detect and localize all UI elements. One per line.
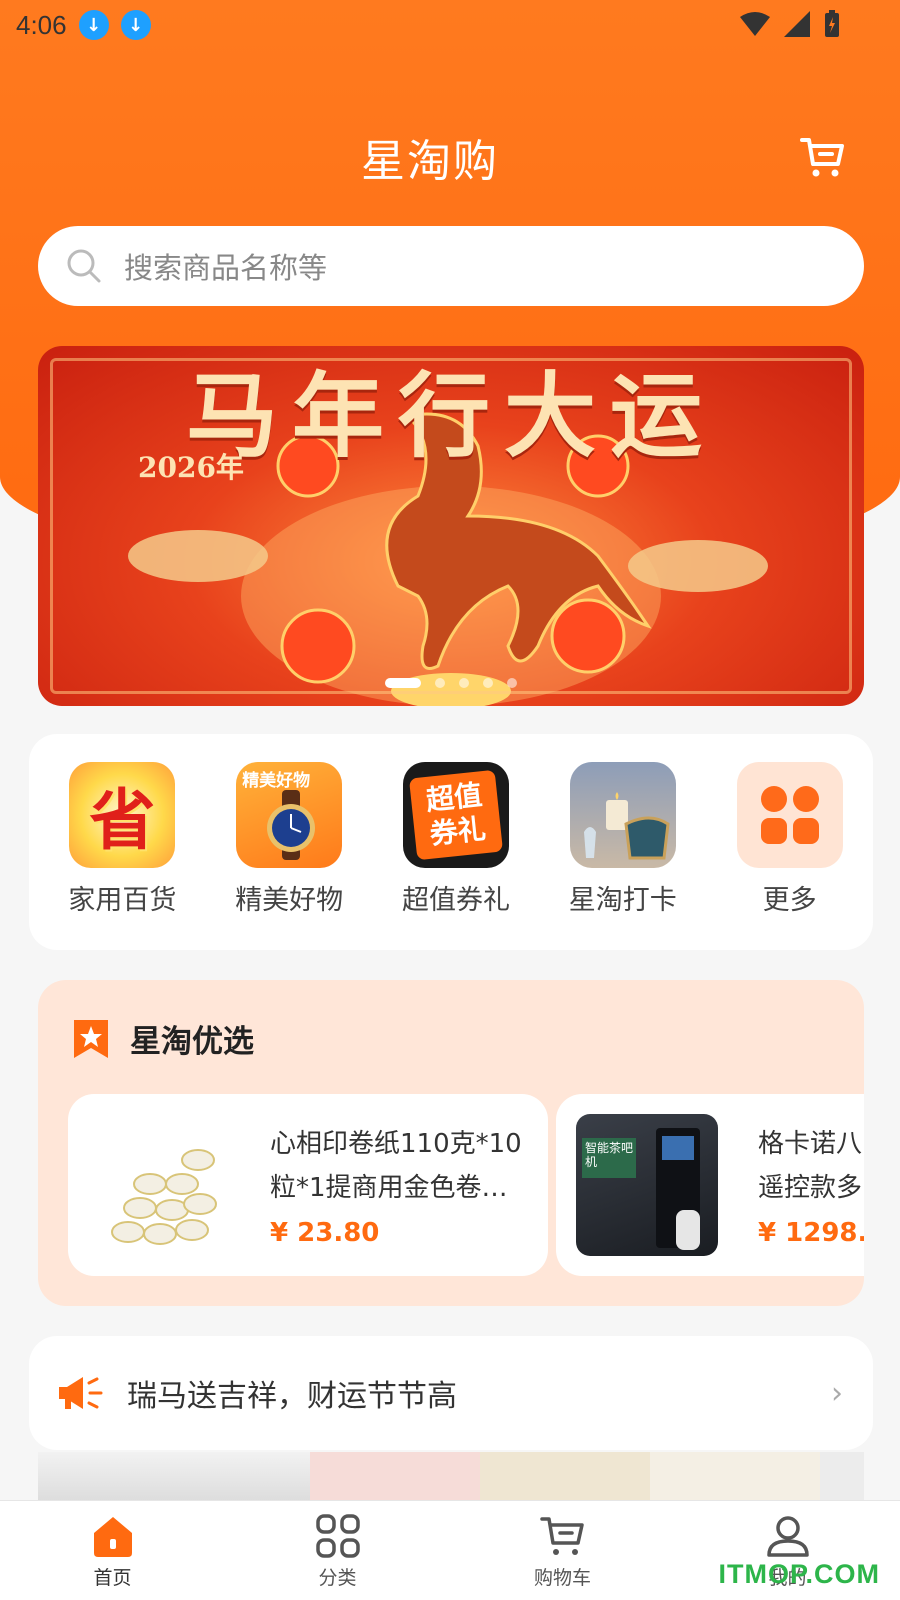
profile-icon — [766, 1516, 809, 1557]
carousel-indicators — [38, 678, 864, 688]
quick-entry-grid: 省 家用百货 精美好物 精美好物 超值券礼 超值券礼 星淘打卡 更多 — [29, 734, 873, 950]
quick-entry-more[interactable]: 更多 — [706, 762, 873, 950]
carousel-dot[interactable] — [507, 678, 517, 688]
product-info: 格卡诺八 遥控款多 ¥ 1298.0 — [758, 1122, 864, 1248]
featured-section: 星淘优选 心相印卷纸110克*10 粒*1提商用金色卷… ¥ 23.80 智能茶… — [38, 980, 864, 1306]
cart-icon — [539, 1517, 584, 1555]
save-badge-text: 省 — [89, 782, 156, 859]
tab-label: 首页 — [93, 1567, 132, 1589]
status-indicators — [740, 10, 840, 38]
featured-header: 星淘优选 — [72, 1016, 254, 1061]
tab-cart[interactable]: 购物车 — [450, 1501, 675, 1600]
banner-year: 2026年 — [138, 451, 244, 484]
announcement-bar[interactable]: 瑞马送吉祥，财运节节高 › — [29, 1336, 873, 1450]
quick-entry-label: 家用百货 — [68, 885, 177, 916]
featured-title: 星淘优选 — [130, 1024, 254, 1060]
carousel-dot[interactable] — [385, 678, 421, 688]
home-icon — [93, 1517, 132, 1557]
watch-product-icon: 精美好物 — [236, 762, 343, 868]
battery-icon — [825, 10, 839, 37]
product-price: ¥ 23.80 — [270, 1218, 380, 1248]
cart-icon[interactable] — [800, 134, 846, 180]
product-card[interactable]: 智能茶吧机 格卡诺八 遥控款多 ¥ 1298.0 — [556, 1094, 864, 1276]
product-name: 心相印卷纸110克*10 — [270, 1129, 522, 1159]
coupon-icon: 超值券礼 — [402, 762, 509, 868]
quick-entry-household[interactable]: 省 家用百货 — [39, 762, 206, 950]
quick-entry-label: 星淘打卡 — [568, 885, 677, 916]
search-bar[interactable]: 搜索商品名称等 — [38, 226, 864, 306]
tab-label: 分类 — [318, 1567, 357, 1589]
promo-banner[interactable]: 马年行大运 2026年 — [38, 346, 864, 706]
product-info: 心相印卷纸110克*10 粒*1提商用金色卷… ¥ 23.80 — [270, 1122, 548, 1248]
status-bar: 4:06 ↓ ↓ — [0, 0, 900, 50]
signal-icon — [784, 11, 810, 37]
product-name: 格卡诺八 — [758, 1129, 863, 1159]
quick-entry-checkin[interactable]: 星淘打卡 — [539, 762, 706, 950]
search-icon — [67, 249, 101, 283]
strip-product-image[interactable] — [820, 1452, 864, 1502]
coupon-text: 超值券礼 — [408, 769, 504, 861]
strip-product-image[interactable] — [310, 1452, 480, 1502]
carousel-dot[interactable] — [459, 678, 469, 688]
product-image — [88, 1114, 230, 1256]
tab-category[interactable]: 分类 — [225, 1501, 450, 1600]
strip-product-image[interactable] — [38, 1452, 310, 1502]
product-name: 粒*1提商用金色卷… — [270, 1173, 508, 1203]
watch-badge-text: 精美好物 — [242, 771, 311, 791]
quick-entry-label: 超值券礼 — [401, 885, 510, 916]
wifi-icon — [740, 12, 770, 36]
carousel-dot[interactable] — [435, 678, 445, 688]
strip-product-image[interactable] — [650, 1452, 820, 1502]
product-name: 遥控款多 — [758, 1173, 863, 1203]
watermark: ITMOP.COM — [718, 1559, 880, 1589]
quick-entry-label: 精美好物 — [235, 885, 344, 916]
strip-product-image[interactable] — [480, 1452, 650, 1502]
search-placeholder: 搜索商品名称等 — [124, 251, 328, 285]
checkin-product-icon — [569, 762, 676, 868]
quick-entry-fine-goods[interactable]: 精美好物 精美好物 — [206, 762, 373, 950]
status-time: 4:06 — [16, 9, 67, 40]
quick-entry-label: 更多 — [762, 885, 817, 916]
download-icon: ↓ — [120, 10, 151, 40]
announcement-text: 瑞马送吉祥，财运节节高 — [127, 1379, 457, 1414]
tab-label: 购物车 — [533, 1567, 591, 1589]
product-price: ¥ 1298.0 — [758, 1218, 864, 1248]
megaphone-icon — [59, 1377, 103, 1409]
page-title: 星淘购 — [361, 136, 499, 187]
save-badge-icon: 省 — [69, 762, 176, 868]
product-card[interactable]: 心相印卷纸110克*10 粒*1提商用金色卷… ¥ 23.80 — [68, 1094, 548, 1276]
chevron-right-icon: › — [831, 1376, 843, 1411]
download-icon: ↓ — [78, 10, 109, 40]
category-icon — [315, 1514, 360, 1558]
star-bookmark-icon — [74, 1019, 108, 1058]
quick-entry-coupons[interactable]: 超值券礼 超值券礼 — [373, 762, 540, 950]
tab-home[interactable]: 首页 — [0, 1501, 225, 1600]
product-strip — [38, 1452, 864, 1502]
carousel-dot[interactable] — [483, 678, 493, 688]
grid-more-icon — [736, 762, 843, 868]
product-image: 智能茶吧机 — [576, 1114, 718, 1256]
